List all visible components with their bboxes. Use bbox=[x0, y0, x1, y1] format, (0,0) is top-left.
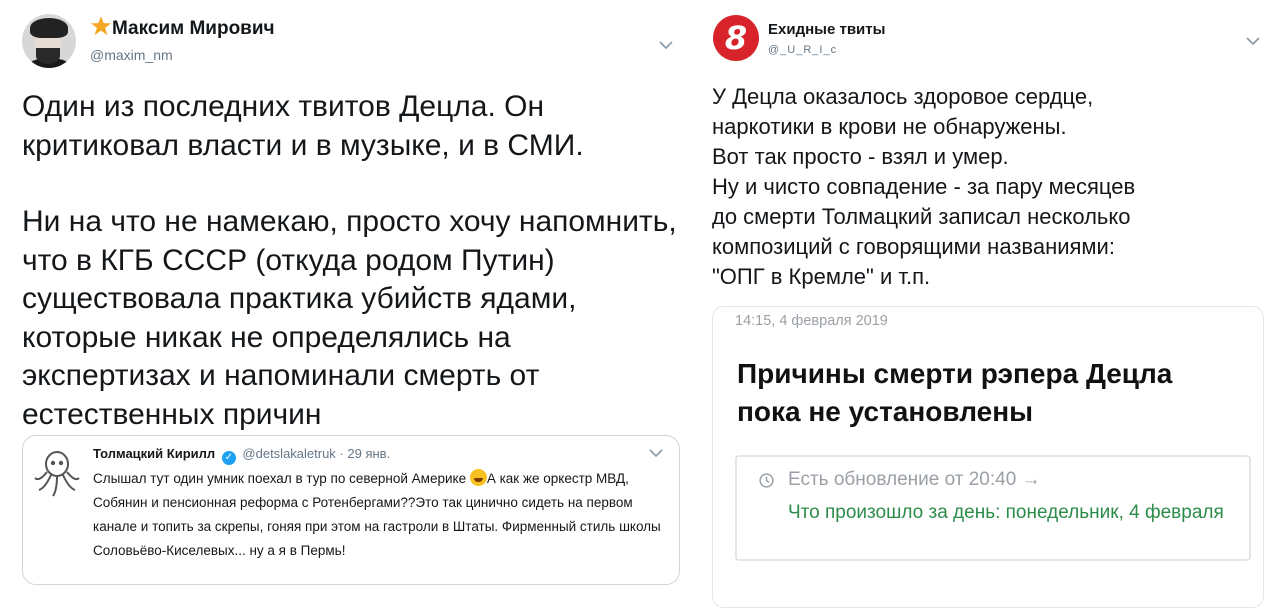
tweet-line: композиций с говорящими названиями: bbox=[712, 234, 1115, 259]
tweet-line: Вот так просто - взял и умер. bbox=[712, 144, 1009, 169]
tweet-paragraph: Ни на что не намекаю, просто хочу напомн… bbox=[22, 205, 677, 431]
tweet-left: Максим Мирович @maxim_nm Один из последн… bbox=[0, 0, 690, 597]
laughing-emoji-icon bbox=[469, 469, 487, 486]
octopus-avatar-icon bbox=[34, 451, 80, 497]
tweet-right: 8 Ехидные твиты @_U_R_I_c У Децла оказал… bbox=[690, 0, 1280, 608]
chevron-down-icon[interactable] bbox=[1246, 36, 1260, 46]
tweet-line: "ОПГ в Кремле" и т.п. bbox=[712, 264, 931, 289]
tweet-line: У Децла оказалось здоровое сердце, bbox=[712, 84, 1094, 109]
author-handle[interactable]: @maxim_nm bbox=[90, 47, 173, 63]
quoted-tweet[interactable]: Толмацкий Кирилл ✓ @detslakaletruk · 29 … bbox=[22, 435, 680, 585]
quoted-header: Толмацкий Кирилл ✓ @detslakaletruk · 29 … bbox=[93, 446, 390, 465]
clock-icon bbox=[759, 473, 774, 488]
tweet-line: наркотики в крови не обнаружены. bbox=[712, 114, 1067, 139]
tweet-paragraph: Один из последних твитов Децла. Он крити… bbox=[22, 90, 584, 162]
update-link[interactable]: Что произошло за день: понедельник, 4 фе… bbox=[788, 499, 1238, 526]
card-headline: Причины смерти рэпера Децла пока не уста… bbox=[737, 358, 1173, 427]
quoted-text-part: Слышал тут один умник поехал в тур по се… bbox=[93, 471, 470, 486]
avatar-maxim[interactable] bbox=[22, 14, 76, 68]
chevron-down-icon[interactable] bbox=[649, 448, 663, 458]
author-name[interactable]: Ехидные твиты bbox=[768, 21, 885, 38]
quoted-text: Слышал тут один умник поехал в тур по се… bbox=[93, 467, 673, 563]
news-card[interactable]: 14:15, 4 февраля 2019 Причины смерти рэп… bbox=[712, 306, 1264, 608]
update-box[interactable]: Есть обновление от 20:40 → Что произошло… bbox=[735, 455, 1251, 561]
tweet-line: Ну и чисто совпадение - за пару месяцев bbox=[712, 174, 1136, 199]
quoted-author-handle[interactable]: @detslakaletruk bbox=[242, 446, 335, 461]
card-date: 14:15, 4 февраля 2019 bbox=[735, 313, 888, 329]
star-icon bbox=[90, 16, 112, 36]
chevron-down-icon[interactable] bbox=[659, 40, 673, 50]
author-handle[interactable]: @_U_R_I_c bbox=[768, 44, 837, 56]
avatar-text: 8 bbox=[725, 19, 747, 57]
quoted-date: · 29 янв. bbox=[339, 446, 391, 461]
verified-badge-icon: ✓ bbox=[221, 451, 236, 465]
tweet-line: до смерти Толмацкий записал несколько bbox=[712, 204, 1131, 229]
update-text: Есть обновление от 20:40 → bbox=[788, 469, 1041, 490]
tweet-text: Один из последних твитов Децла. Он крити… bbox=[22, 88, 682, 434]
author-name[interactable]: Максим Мирович bbox=[112, 18, 275, 40]
quoted-author-name[interactable]: Толмацкий Кирилл bbox=[93, 446, 215, 461]
avatar-8-logo-icon[interactable]: 8 bbox=[712, 14, 760, 62]
tweet-text: У Децла оказалось здоровое сердце, нарко… bbox=[712, 82, 1272, 292]
